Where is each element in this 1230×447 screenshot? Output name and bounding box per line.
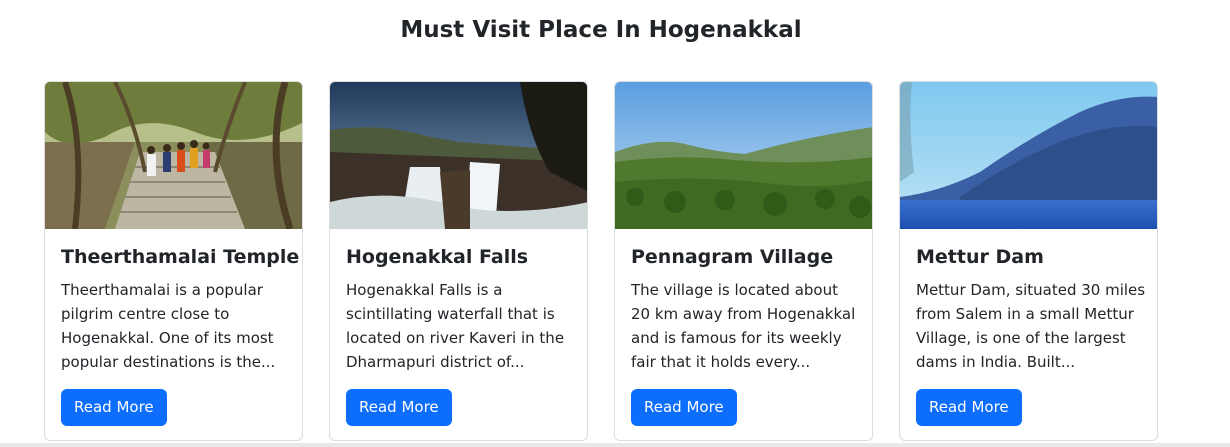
- card-description: Hogenakkal Falls is a scintillating wate…: [346, 281, 565, 371]
- read-more-button[interactable]: Read More: [631, 389, 737, 426]
- card-image-temple-path: [45, 82, 302, 229]
- card-description: The village is located about 20 km away …: [631, 281, 856, 371]
- card-image-waterfall: [330, 82, 587, 229]
- read-more-button[interactable]: Read More: [916, 389, 1022, 426]
- card-description: Theerthamalai is a popular pilgrim centr…: [61, 281, 276, 371]
- place-card-theerthamalai: Theerthamalai Temple Theerthamalai is a …: [44, 81, 303, 441]
- place-card-mettur-dam: Mettur Dam Mettur Dam, situated 30 miles…: [899, 81, 1158, 441]
- card-image-lake-mountains: [900, 82, 1157, 229]
- place-card-pennagram-village: Pennagram Village The village is located…: [614, 81, 873, 441]
- place-card-hogenakkal-falls: Hogenakkal Falls Hogenakkal Falls is a s…: [329, 81, 588, 441]
- card-title: Theerthamalai Temple: [61, 246, 300, 268]
- page: Must Visit Place In Hogenakkal Theertham…: [0, 0, 1230, 447]
- page-bottom-border: [0, 443, 1230, 447]
- read-more-button[interactable]: Read More: [61, 389, 167, 426]
- card-image-green-valley: [615, 82, 872, 229]
- read-more-button[interactable]: Read More: [346, 389, 452, 426]
- card-description: Mettur Dam, situated 30 miles from Salem…: [916, 281, 1146, 371]
- card-title: Pennagram Village: [631, 246, 834, 268]
- card-title: Mettur Dam: [916, 246, 1044, 268]
- section-title: Must Visit Place In Hogenakkal: [400, 17, 802, 43]
- card-title: Hogenakkal Falls: [346, 246, 529, 268]
